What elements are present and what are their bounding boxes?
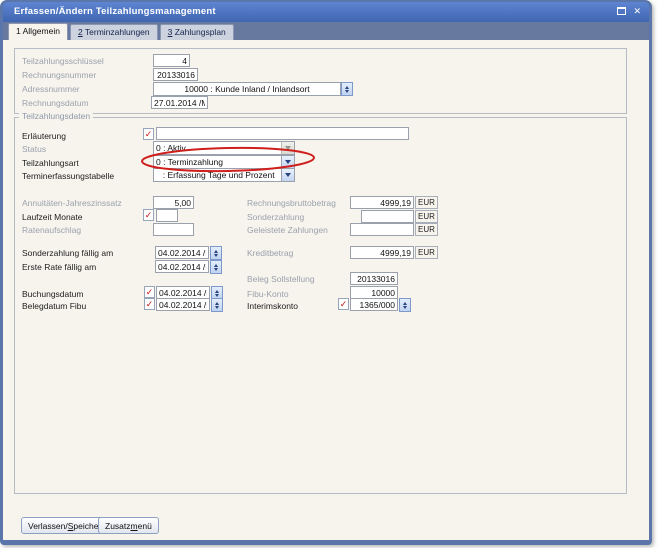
spinner-up-icon bbox=[345, 86, 349, 89]
modified-check-icon[interactable]: ✓ bbox=[143, 128, 154, 140]
tab-label: Terminzahlungen bbox=[83, 27, 150, 37]
rechnungsdatum-field[interactable] bbox=[151, 96, 208, 109]
modified-check-icon[interactable]: ✓ bbox=[143, 209, 154, 221]
rechnungsbruttobetrag-label: Rechnungsbruttobetrag bbox=[247, 198, 336, 208]
terminerfassungstabelle-value: : Erfassung Tage und Prozent bbox=[154, 169, 281, 181]
rechnungsbruttobetrag-field[interactable] bbox=[350, 196, 414, 209]
chevron-down-icon bbox=[281, 142, 294, 154]
geleistete-zahlungen-unit: EUR bbox=[415, 223, 438, 236]
annuitaeten-field[interactable] bbox=[153, 196, 194, 209]
annuitaeten-label: Annuitäten-Jahreszinssatz bbox=[22, 198, 122, 208]
belegdatum-fibu-field[interactable] bbox=[156, 298, 210, 311]
tab-allgemein[interactable]: 1 Allgemein bbox=[8, 23, 68, 40]
beleg-sollstellung-field[interactable] bbox=[350, 272, 398, 285]
close-icon[interactable]: ✕ bbox=[633, 6, 641, 16]
zusatzmenu-button[interactable]: Zusatzmenü bbox=[98, 517, 159, 534]
spinner-up-icon bbox=[214, 250, 218, 253]
button-label: Verlassen/ bbox=[28, 521, 68, 531]
erlaeuterung-label: Erläuterung bbox=[22, 131, 66, 141]
erste-rate-faellig-label: Erste Rate fällig am bbox=[22, 262, 96, 272]
laufzeit-monate-field[interactable] bbox=[156, 209, 178, 222]
tabs: 1 Allgemein 2 Terminzahlungen 3 Zahlungs… bbox=[8, 23, 234, 40]
date-spinner[interactable] bbox=[210, 246, 222, 260]
tab-label: Zahlungsplan bbox=[172, 27, 225, 37]
adressnummer-select[interactable]: 10000 : Kunde Inland / Inlandsort bbox=[153, 82, 341, 96]
teilzahlungsart-label: Teilzahlungsart bbox=[22, 158, 79, 168]
modified-check-icon[interactable]: ✓ bbox=[144, 286, 155, 298]
rechnungsnummer-field[interactable] bbox=[153, 68, 198, 81]
status-label: Status bbox=[22, 144, 46, 154]
window-title: Erfassen/Ändern Teilzahlungsmanagement bbox=[14, 6, 216, 17]
terminerfassungstabelle-label: Terminerfassungstabelle bbox=[22, 171, 114, 181]
dialog-window: Erfassen/Ändern Teilzahlungsmanagement ✕… bbox=[0, 0, 652, 545]
button-accesskey: m bbox=[131, 521, 138, 531]
kreditbetrag-unit: EUR bbox=[415, 246, 438, 259]
rechnungsbruttobetrag-unit: EUR bbox=[415, 196, 438, 209]
titlebar[interactable]: Erfassen/Ändern Teilzahlungsmanagement ✕ bbox=[3, 2, 649, 22]
erste-rate-faellig-field[interactable] bbox=[155, 260, 209, 273]
date-spinner[interactable] bbox=[210, 260, 222, 274]
interimskonto-label: Interimskonto bbox=[247, 301, 298, 311]
button-label: enü bbox=[138, 521, 152, 531]
spinner-down-icon bbox=[214, 268, 218, 271]
spinner-down-icon bbox=[403, 306, 407, 309]
tab-zahlungsplan[interactable]: 3 Zahlungsplan bbox=[160, 24, 234, 40]
status-select: 0 : Aktiv bbox=[153, 141, 295, 155]
tab-label: 1 Allgemein bbox=[16, 26, 60, 36]
fibu-konto-label: Fibu-Konto bbox=[247, 289, 289, 299]
teilzahlungsart-select[interactable]: 0 : Terminzahlung bbox=[153, 155, 295, 169]
teilzahlungsschluessel-label: Teilzahlungsschlüssel bbox=[22, 56, 104, 66]
rechnungsdatum-label: Rechnungsdatum bbox=[22, 98, 89, 108]
terminerfassungstabelle-select[interactable]: : Erfassung Tage und Prozent bbox=[153, 168, 295, 182]
sonderzahlung-unit: EUR bbox=[415, 210, 438, 223]
rechnungsnummer-label: Rechnungsnummer bbox=[22, 70, 96, 80]
laufzeit-monate-label: Laufzeit Monate bbox=[22, 212, 82, 222]
kreditbetrag-field[interactable] bbox=[350, 246, 414, 259]
adressnummer-spinner[interactable] bbox=[341, 82, 353, 96]
erlaeuterung-field[interactable] bbox=[156, 127, 409, 140]
ratenaufschlag-field[interactable] bbox=[153, 223, 194, 236]
sonderzahlung-faellig-field[interactable] bbox=[155, 246, 209, 259]
tab-terminzahlungen[interactable]: 2 Terminzahlungen bbox=[70, 24, 158, 40]
spinner-down-icon bbox=[345, 90, 349, 93]
window-controls: ✕ bbox=[617, 6, 641, 16]
ratenaufschlag-label: Ratenaufschlag bbox=[22, 225, 81, 235]
sonderzahlung-label: Sonderzahlung bbox=[247, 212, 304, 222]
spinner-down-icon bbox=[214, 254, 218, 257]
spinner-up-icon bbox=[215, 290, 219, 293]
sonderzahlung-field[interactable] bbox=[361, 210, 414, 223]
geleistete-zahlungen-field[interactable] bbox=[350, 223, 414, 236]
date-spinner[interactable] bbox=[211, 298, 223, 312]
sonderzahlung-faellig-label: Sonderzahlung fällig am bbox=[22, 248, 113, 258]
button-label: Zusatz bbox=[105, 521, 131, 531]
chevron-down-icon[interactable] bbox=[281, 169, 294, 181]
spinner-up-icon bbox=[215, 302, 219, 305]
interimskonto-spinner[interactable] bbox=[399, 298, 411, 312]
belegdatum-fibu-label: Belegdatum Fibu bbox=[22, 301, 86, 311]
spinner-down-icon bbox=[215, 306, 219, 309]
tab-panel-allgemein: Teilzahlungsschlüssel Rechnungsnummer Ad… bbox=[3, 40, 649, 540]
adressnummer-value: 10000 : Kunde Inland / Inlandsort bbox=[154, 83, 340, 95]
spinner-up-icon bbox=[403, 302, 407, 305]
teilzahlungsschluessel-field[interactable] bbox=[153, 54, 190, 67]
spinner-up-icon bbox=[214, 264, 218, 267]
restore-icon[interactable] bbox=[617, 7, 626, 15]
adressnummer-label: Adressnummer bbox=[22, 84, 80, 94]
teilzahlungsdaten-legend: Teilzahlungsdaten bbox=[19, 111, 93, 121]
chevron-down-icon[interactable] bbox=[281, 156, 294, 168]
header-fieldset bbox=[14, 48, 627, 114]
status-value: 0 : Aktiv bbox=[154, 142, 281, 154]
spinner-down-icon bbox=[215, 294, 219, 297]
tab-bar: 1 Allgemein 2 Terminzahlungen 3 Zahlungs… bbox=[3, 22, 649, 40]
kreditbetrag-label: Kreditbetrag bbox=[247, 248, 293, 258]
interimskonto-field[interactable] bbox=[350, 298, 398, 311]
geleistete-zahlungen-label: Geleistete Zahlungen bbox=[247, 225, 328, 235]
modified-check-icon[interactable]: ✓ bbox=[338, 298, 349, 310]
buchungsdatum-label: Buchungsdatum bbox=[22, 289, 83, 299]
beleg-sollstellung-label: Beleg Sollstellung bbox=[247, 274, 315, 284]
teilzahlungsart-value: 0 : Terminzahlung bbox=[154, 156, 281, 168]
modified-check-icon[interactable]: ✓ bbox=[144, 298, 155, 310]
screen: Erfassen/Ändern Teilzahlungsmanagement ✕… bbox=[0, 0, 658, 548]
